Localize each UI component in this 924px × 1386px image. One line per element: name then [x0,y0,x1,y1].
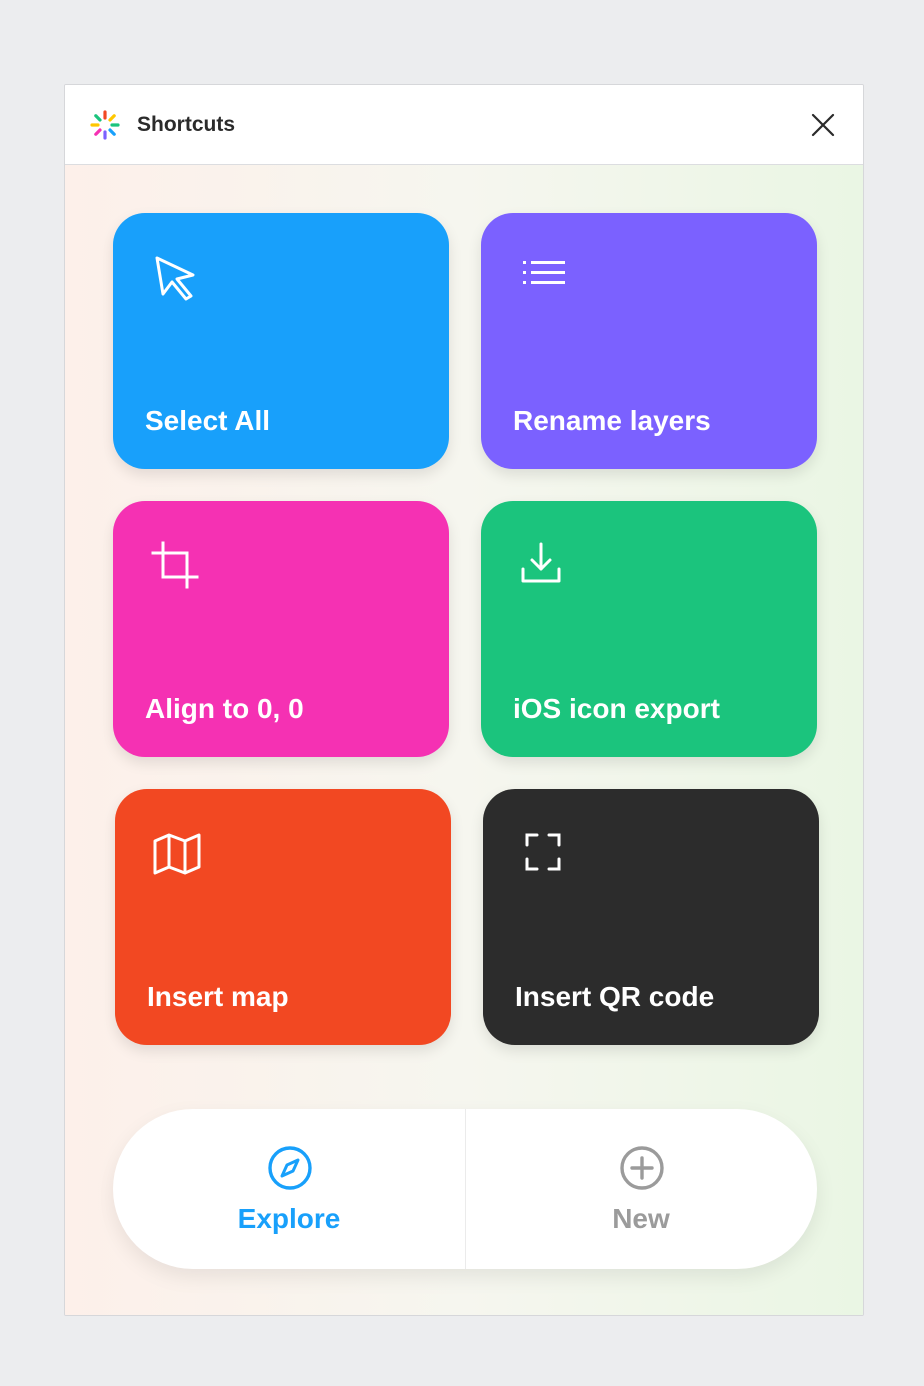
nav-label-explore: Explore [237,1203,341,1234]
window-title: Shortcuts [137,113,236,136]
tile-label: Insert map [147,981,289,1012]
plus-circle-icon [620,1146,664,1190]
tile-ios-icon-export[interactable]: iOS icon export [481,501,817,757]
shortcuts-window: Shortcuts Select All Rename layers Align… [64,84,864,1316]
map-icon [153,833,201,875]
nav-new[interactable]: New [465,1109,817,1269]
tile-label: iOS icon export [513,693,720,724]
download-icon [521,542,561,583]
tile-insert-map[interactable]: Insert map [115,789,451,1045]
tile-label: Select All [145,405,271,436]
compass-icon [268,1146,312,1190]
tile-align-to-origin[interactable]: Align to 0, 0 [113,501,449,757]
list-icon [523,261,565,284]
title-bar: Shortcuts [65,85,863,165]
tile-rename-layers[interactable]: Rename layers [481,213,817,469]
tile-insert-qr-code[interactable]: Insert QR code [483,789,819,1045]
nav-explore[interactable]: Explore [113,1109,465,1269]
crop-icon [151,541,199,589]
cursor-arrow-icon [155,256,195,301]
tile-label: Insert QR code [515,981,715,1012]
shortcuts-panel: Select All Rename layers Align to 0, 0 i… [65,165,863,1315]
bottom-nav: Explore New [113,1109,817,1269]
close-icon[interactable] [807,109,839,141]
tile-label: Align to 0, 0 [145,693,304,724]
nav-label-new: New [612,1203,670,1234]
sparkle-logo-icon [90,110,120,140]
scan-frame-icon [525,833,561,871]
tile-label: Rename layers [513,405,711,436]
tile-select-all[interactable]: Select All [113,213,449,469]
